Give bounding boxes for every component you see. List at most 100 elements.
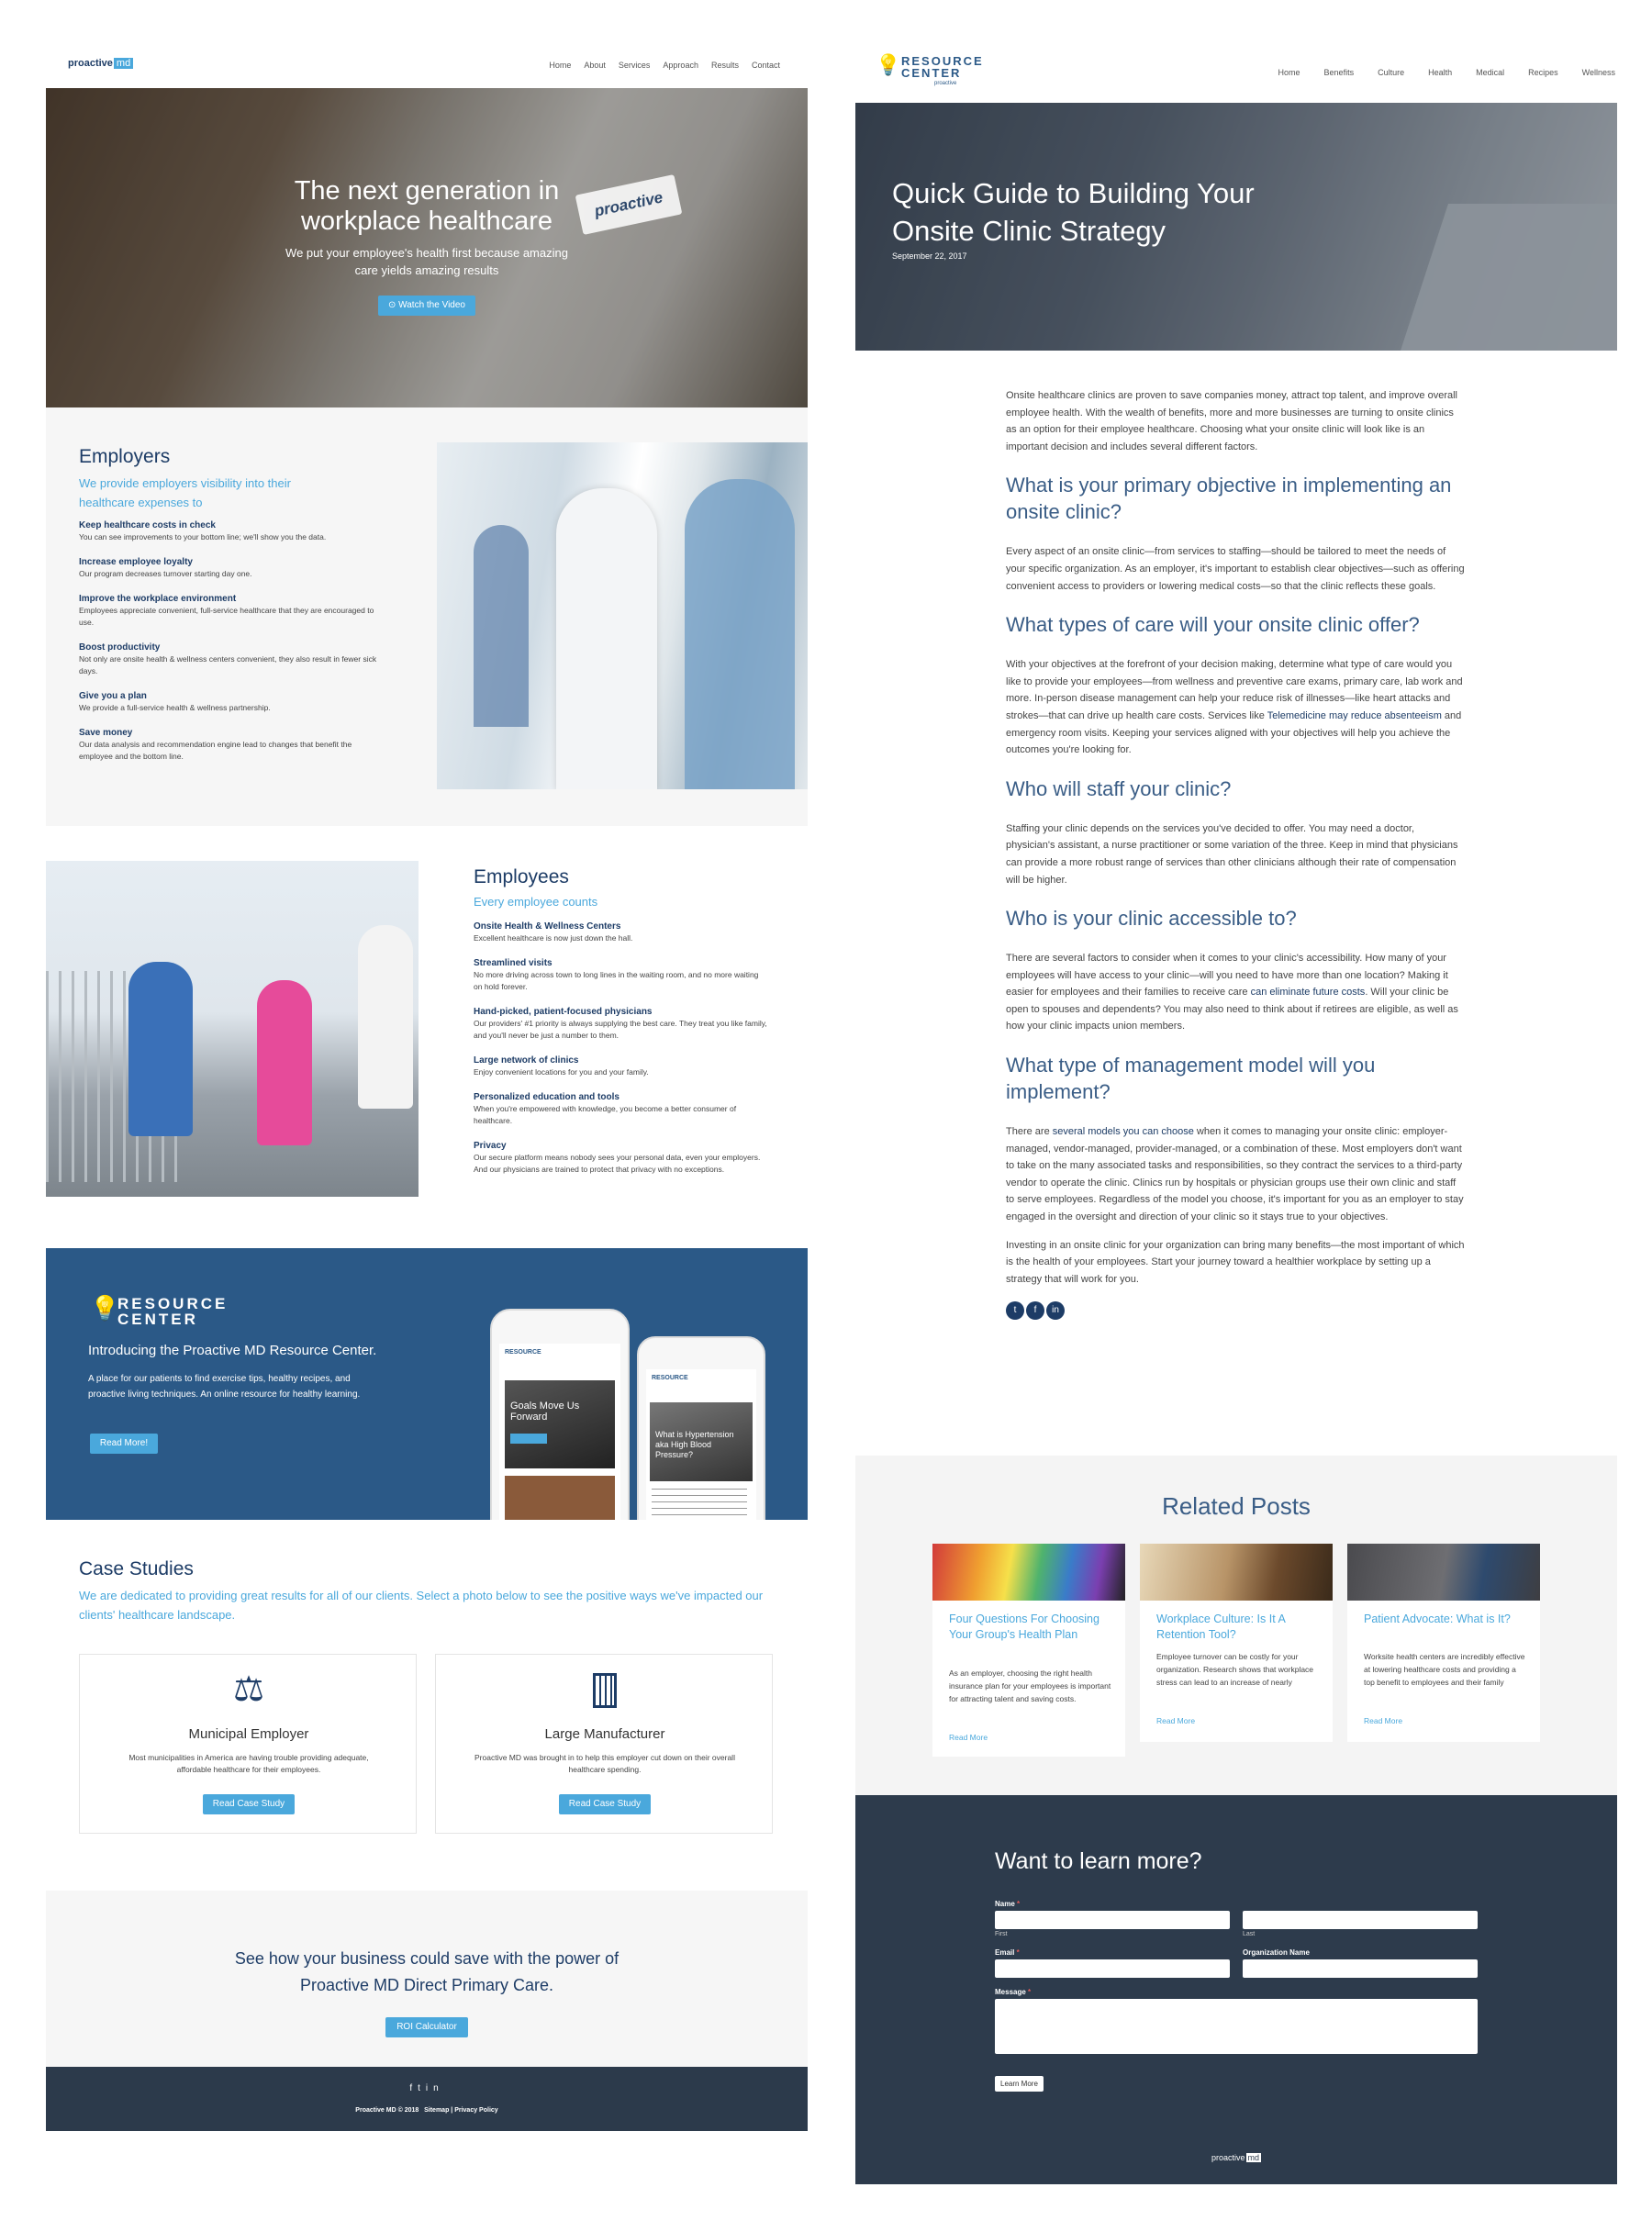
post-title[interactable]: Patient Advocate: What is It? (1364, 1612, 1529, 1627)
form-title: Want to learn more? (995, 1848, 1202, 1874)
feature-desc: Our program decreases turnover starting … (79, 569, 252, 578)
models-link[interactable]: several models you can choose (1053, 1126, 1194, 1137)
section-body: Staffing your clinic depends on the serv… (1006, 822, 1458, 886)
related-posts-section: Related Posts Four Questions For Choosin… (855, 1456, 1617, 1795)
read-more-link[interactable]: Read More (1156, 1716, 1195, 1725)
nav-benefits[interactable]: Benefits (1324, 68, 1355, 77)
proactive-logo[interactable]: proactive md (68, 58, 134, 69)
privacy-policy-link[interactable]: Privacy Policy (454, 2107, 497, 2114)
email-input[interactable] (995, 1959, 1230, 1978)
read-more-button[interactable]: Read More! (90, 1434, 158, 1454)
post-title[interactable]: Four Questions For Choosing Your Group's… (949, 1612, 1114, 1643)
footer-logo[interactable]: proactive md (855, 2153, 1617, 2162)
message-textarea[interactable] (995, 1999, 1478, 2054)
organization-input[interactable] (1243, 1959, 1478, 1978)
article-intro: Onsite healthcare clinics are proven to … (1006, 390, 1457, 452)
roi-cta-section: See how your business could save with th… (46, 1891, 808, 2067)
employers-section: Employers We provide employers visibilit… (46, 407, 808, 826)
case-study-card[interactable]: Large Manufacturer Proactive MD was brou… (435, 1654, 773, 1834)
related-post-card[interactable]: Patient Advocate: What is It? Worksite h… (1347, 1544, 1540, 1742)
related-post-card[interactable]: Four Questions For Choosing Your Group's… (932, 1544, 1125, 1757)
feature-title: Save money (79, 728, 133, 738)
feature-title: Improve the workplace environment (79, 594, 237, 604)
section-heading: What is your primary objective in implem… (1006, 474, 1452, 524)
share-icons: t f in (1006, 1300, 1465, 1321)
case-study-card[interactable]: ⚖ Municipal Employer Most municipalities… (79, 1654, 417, 1834)
learn-more-button[interactable]: Learn More (995, 2076, 1044, 2092)
nav-approach[interactable]: Approach (663, 61, 698, 70)
case-studies-title: Case Studies (79, 1558, 194, 1579)
case-study-desc: Most municipalities in America are havin… (128, 1753, 369, 1774)
nav-health[interactable]: Health (1428, 68, 1452, 77)
telemedicine-link[interactable]: Telemedicine may reduce absenteeism (1267, 710, 1442, 721)
case-study-desc: Proactive MD was brought in to help this… (474, 1753, 735, 1774)
read-more-link[interactable]: Read More (949, 1733, 988, 1742)
feature-item: Give you a plan We provide a full-service… (79, 691, 382, 714)
nav-about[interactable]: About (584, 61, 606, 70)
related-posts-title: Related Posts (1162, 1492, 1311, 1520)
logo-text: proactive (68, 58, 113, 69)
section-heading: Who will staff your clinic? (1006, 776, 1232, 800)
facebook-icon[interactable]: f (1026, 1301, 1044, 1321)
feature-item: Personalized education and tools When you… (474, 1092, 767, 1127)
case-studies-section: Case Studies We are dedicated to providi… (46, 1520, 808, 1891)
feature-title: Personalized education and tools (474, 1092, 620, 1102)
lightbulb-icon: 💡 (876, 53, 901, 76)
sitemap-link[interactable]: Sitemap (424, 2107, 449, 2114)
nav-wellness[interactable]: Wellness (1582, 68, 1615, 77)
post-title[interactable]: Workplace Culture: Is It A Retention Too… (1156, 1612, 1322, 1643)
feature-item: Increase employee loyalty Our program dec… (79, 557, 382, 580)
section-heading: What types of care will your onsite clin… (1006, 613, 1420, 637)
facebook-icon[interactable]: f (409, 2083, 418, 2093)
related-post-card[interactable]: Workplace Culture: Is It A Retention Too… (1140, 1544, 1333, 1742)
organization-label: Organization Name (1243, 1948, 1310, 1957)
logo-badge: md (1245, 2153, 1262, 2162)
last-name-input[interactable] (1243, 1911, 1478, 1929)
runners-photo (46, 861, 419, 1197)
twitter-icon[interactable]: t (1006, 1301, 1024, 1321)
nav-home[interactable]: Home (1278, 68, 1300, 77)
case-study-title: Large Manufacturer (544, 1726, 665, 1742)
feature-title: Give you a plan (79, 691, 147, 701)
feature-title: Increase employee loyalty (79, 557, 193, 567)
logo-line2: CENTER (901, 66, 962, 80)
feature-item: Boost productivity Not only are onsite he… (79, 642, 382, 677)
nav-contact[interactable]: Contact (752, 61, 780, 70)
phone-post-caption: Goals Move Us Forward (510, 1401, 580, 1423)
nav-results[interactable]: Results (711, 61, 739, 70)
section-heading: Who is your clinic accessible to? (1006, 907, 1297, 931)
last-label: Last (1243, 1931, 1256, 1937)
phone-post-button (510, 1434, 547, 1444)
resource-title: Introducing the Proactive MD Resource Ce… (88, 1343, 377, 1358)
footer-links: Proactive MD © 2018 Sitemap | Privacy Po… (355, 2107, 498, 2114)
read-case-study-button[interactable]: Read Case Study (203, 1794, 295, 1814)
resource-center-section: 💡 RESOURCE CENTER Introducing the Proact… (46, 1248, 808, 1520)
linkedin-icon[interactable]: in (1046, 1301, 1065, 1321)
feature-item: Streamlined visits No more driving across… (474, 958, 767, 993)
nav-culture[interactable]: Culture (1378, 68, 1404, 77)
post-thumbnail (1347, 1544, 1540, 1601)
eliminate-costs-link[interactable]: can eliminate future costs (1251, 987, 1366, 998)
feature-title: Privacy (474, 1141, 507, 1151)
nav-medical[interactable]: Medical (1476, 68, 1504, 77)
nav-home[interactable]: Home (549, 61, 571, 70)
nav-services[interactable]: Services (619, 61, 651, 70)
roi-calculator-button[interactable]: ROI Calculator (385, 2017, 468, 2037)
feature-title: Large network of clinics (474, 1055, 579, 1066)
logo-badge: md (113, 58, 134, 69)
read-case-study-button[interactable]: Read Case Study (559, 1794, 651, 1814)
feature-desc: When you're empowered with knowledge, yo… (474, 1104, 737, 1125)
label-text: Email (995, 1948, 1015, 1957)
feature-desc: Our secure platform means nobody sees yo… (474, 1153, 761, 1174)
first-name-input[interactable] (995, 1911, 1230, 1929)
runner-white (358, 925, 413, 1109)
social-icons: ftin (46, 2083, 808, 2093)
patient-figure (685, 479, 795, 789)
linkedin-icon[interactable]: in (426, 2083, 444, 2093)
twitter-icon[interactable]: t (418, 2083, 426, 2093)
watch-video-button[interactable]: ⊙ Watch the Video (378, 296, 475, 316)
label-text: Name (995, 1900, 1015, 1908)
phone-screen: RESOURCE Goals Move Us Forward (499, 1344, 620, 1520)
read-more-link[interactable]: Read More (1364, 1716, 1402, 1725)
nav-recipes[interactable]: Recipes (1528, 68, 1558, 77)
